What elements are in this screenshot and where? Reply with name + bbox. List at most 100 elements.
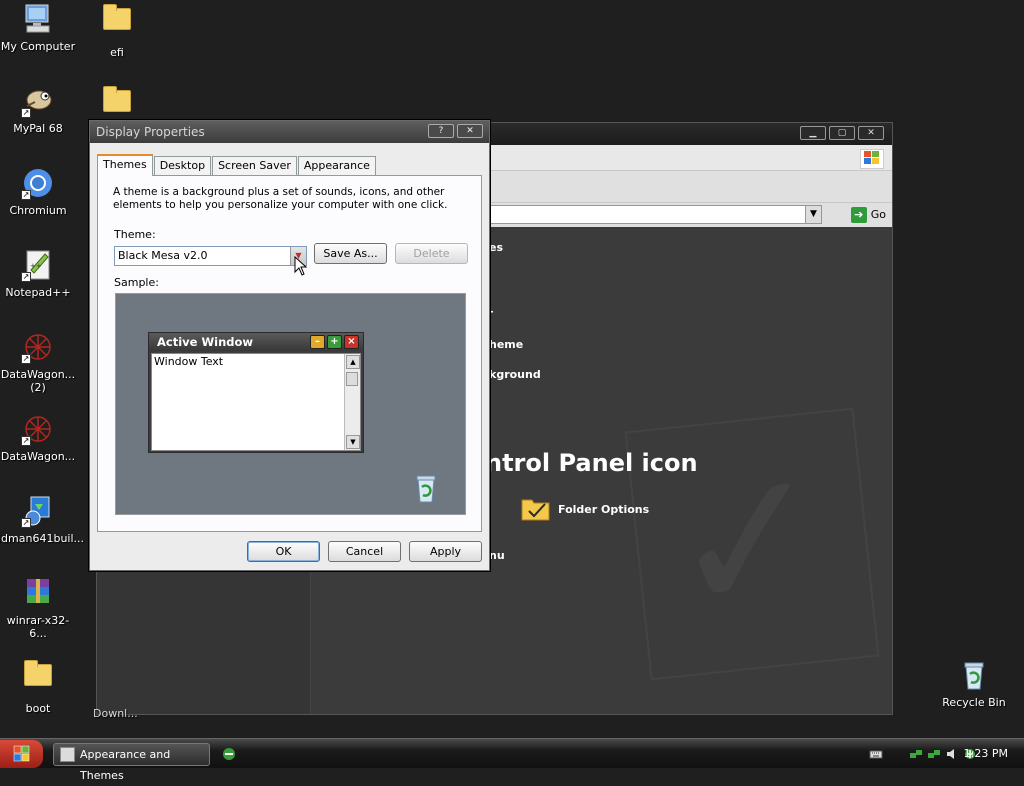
start-button[interactable] xyxy=(0,740,43,768)
chromium-icon: ↗ xyxy=(21,166,55,200)
help-button[interactable]: ? xyxy=(428,124,454,138)
desktop-icon-recycle-bin[interactable]: Recycle Bin xyxy=(934,658,1014,709)
desktop-icon-notepadpp[interactable]: ++ ↗ Notepad++ xyxy=(0,248,78,299)
desktop-icon-label: My Computer xyxy=(0,40,76,53)
scroll-up-icon: ▲ xyxy=(346,355,360,369)
desktop-icon-my-computer[interactable]: My Computer xyxy=(0,2,78,53)
taskbar: Appearance and Themes 1:23 PM xyxy=(0,738,1024,782)
windows-logo-icon xyxy=(860,149,884,169)
tab-strip: Themes Desktop Screen Saver Appearance xyxy=(97,154,377,176)
tab-screen-saver[interactable]: Screen Saver xyxy=(212,156,297,176)
theme-description: A theme is a background plus a set of so… xyxy=(113,186,448,211)
datawagon-icon: ↗ xyxy=(21,412,55,446)
theme-select-value: Black Mesa v2.0 xyxy=(118,249,208,262)
folder-icon xyxy=(100,86,134,124)
desktop-icon-label: MyPal 68 xyxy=(13,122,63,135)
installer-icon: ↗ xyxy=(21,494,55,528)
theme-sample-preview: Active Window – + × Window Text ▲ ▼ xyxy=(115,293,466,515)
windows-logo-icon xyxy=(13,745,29,762)
svg-text:++: ++ xyxy=(30,262,42,270)
desktop-icon-chromium[interactable]: ↗ Chromium xyxy=(0,166,78,217)
folder-icon xyxy=(21,660,55,698)
desktop-icon-efi[interactable]: efi xyxy=(77,2,157,59)
my-computer-icon xyxy=(21,2,55,36)
desktop-icon-mypal[interactable]: ↗ MyPal 68 xyxy=(0,84,78,135)
theme-label: Theme: xyxy=(114,228,156,241)
desktop-icon-label: DataWagon... xyxy=(0,450,76,463)
shortcut-arrow-icon: ↗ xyxy=(21,354,31,364)
clock[interactable]: 1:23 PM xyxy=(964,739,1008,769)
close-button[interactable]: ✕ xyxy=(457,124,483,138)
cancel-button[interactable]: Cancel xyxy=(328,541,401,562)
tab-appearance[interactable]: Appearance xyxy=(297,156,376,176)
recycle-bin-icon xyxy=(957,658,991,692)
save-as-button[interactable]: Save As... xyxy=(314,243,387,264)
desktop-icon-label: idman641buil... xyxy=(0,532,85,545)
pick-control-panel-icon-heading: ntrol Panel icon xyxy=(485,449,698,477)
scroll-down-icon: ▼ xyxy=(346,435,360,449)
maximize-button[interactable]: ▢ xyxy=(829,126,855,140)
shortcut-arrow-icon: ↗ xyxy=(21,518,31,528)
system-tray: 1:23 PM xyxy=(844,739,1024,769)
theme-select[interactable]: Black Mesa v2.0 ▼ xyxy=(114,246,307,266)
mypal-icon: ↗ xyxy=(21,84,55,118)
delete-button[interactable]: Delete xyxy=(395,243,468,264)
folder-options-icon[interactable] xyxy=(521,495,551,521)
go-label: Go xyxy=(870,208,886,221)
sample-maximize-icon: + xyxy=(327,335,342,349)
folder-icon xyxy=(100,4,134,42)
tab-themes[interactable]: Themes xyxy=(97,154,153,176)
apply-button[interactable]: Apply xyxy=(409,541,482,562)
desktop-icon-datawagon-2[interactable]: ↗ DataWagon... (2) xyxy=(0,330,78,394)
tab-desktop[interactable]: Desktop xyxy=(153,156,212,176)
datawagon-icon: ↗ xyxy=(21,330,55,364)
desktop-icon-label: DataWagon... (2) xyxy=(0,368,76,394)
shortcut-arrow-icon: ↗ xyxy=(21,108,31,118)
taskbar-item-appearance-and-themes[interactable]: Appearance and Themes xyxy=(53,743,210,782)
go-button[interactable]: ➔ Go xyxy=(850,205,886,224)
sample-close-icon: × xyxy=(344,335,359,349)
volume-icon[interactable] xyxy=(945,747,959,761)
ok-button[interactable]: OK xyxy=(247,541,320,562)
display-properties-dialog: Display Properties ? ✕ Themes Desktop Sc… xyxy=(89,120,490,571)
quick-launch-icon[interactable] xyxy=(221,746,237,762)
desktop-icon-label: Recycle Bin xyxy=(942,696,1006,709)
desktop-icon-label: winrar-x32-6... xyxy=(6,614,70,640)
address-dropdown-button[interactable]: ▼ xyxy=(805,206,821,223)
scroll-thumb xyxy=(346,372,358,386)
notepadpp-icon: ++ ↗ xyxy=(21,248,55,282)
category-link[interactable]: nu xyxy=(489,549,505,562)
themes-tab-panel: A theme is a background plus a set of so… xyxy=(97,175,482,532)
sample-window-body: Window Text ▲ ▼ xyxy=(151,353,361,451)
network-icon[interactable] xyxy=(909,747,923,761)
network-icon[interactable] xyxy=(927,747,941,761)
keyboard-icon[interactable] xyxy=(869,747,883,761)
change-theme-link[interactable]: heme xyxy=(489,338,523,351)
sample-window-text: Window Text xyxy=(154,355,224,368)
behind-desktop-label: Downl... xyxy=(93,707,138,720)
desktop-icon-idman[interactable]: ↗ idman641buil... xyxy=(0,494,85,545)
mouse-cursor-icon xyxy=(294,256,308,276)
change-background-link[interactable]: kground xyxy=(489,368,541,381)
folder-options-link[interactable]: Folder Options xyxy=(558,503,649,516)
sample-active-window: Active Window – + × Window Text ▲ ▼ xyxy=(148,332,364,453)
shortcut-arrow-icon: ↗ xyxy=(21,272,31,282)
category-link[interactable]: es xyxy=(489,241,503,254)
desktop-icon-boot[interactable]: boot xyxy=(0,658,78,715)
desktop-icon-label: efi xyxy=(110,46,124,59)
close-button[interactable]: ✕ xyxy=(858,126,884,140)
minimize-button[interactable]: ▁ xyxy=(800,126,826,140)
sample-recycle-bin-icon xyxy=(412,473,440,503)
sample-scrollbar: ▲ ▼ xyxy=(344,354,360,450)
sample-label: Sample: xyxy=(114,276,159,289)
appearance-themes-icon xyxy=(60,747,75,762)
shortcut-arrow-icon: ↗ xyxy=(21,436,31,446)
taskbar-item-label: Appearance and Themes xyxy=(80,748,171,782)
desktop-icon-datawagon[interactable]: ↗ DataWagon... xyxy=(0,412,78,463)
shortcut-arrow-icon: ↗ xyxy=(21,190,31,200)
sample-minimize-icon: – xyxy=(310,335,325,349)
desktop-icon-label: Chromium xyxy=(9,204,67,217)
desktop-icon-winrar[interactable]: winrar-x32-6... xyxy=(0,576,78,640)
desktop-icon-label: Notepad++ xyxy=(5,286,71,299)
desktop-icon-label: boot xyxy=(25,702,51,715)
